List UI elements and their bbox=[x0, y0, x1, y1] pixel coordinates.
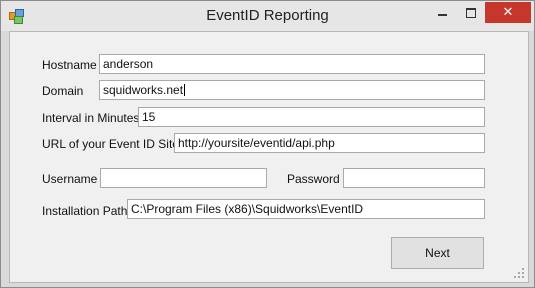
password-input[interactable] bbox=[343, 168, 485, 188]
minimize-icon bbox=[437, 13, 447, 16]
hostname-input[interactable]: anderson bbox=[99, 54, 485, 74]
install-path-label: Installation Path bbox=[42, 204, 128, 218]
username-label: Username bbox=[42, 172, 98, 186]
interval-input[interactable]: 15 bbox=[138, 107, 485, 127]
form-panel: Hostname anderson Domain squidworks.net … bbox=[9, 31, 529, 283]
text-caret bbox=[184, 84, 186, 96]
username-input[interactable] bbox=[100, 168, 267, 188]
maximize-button[interactable] bbox=[457, 2, 484, 23]
next-button[interactable]: Next bbox=[391, 237, 484, 269]
domain-input[interactable]: squidworks.net bbox=[99, 80, 485, 100]
resize-grip[interactable] bbox=[514, 268, 524, 278]
close-icon: ✕ bbox=[502, 5, 514, 20]
url-label: URL of your Event ID Site bbox=[42, 137, 179, 151]
url-input[interactable]: http://yoursite/eventid/api.php bbox=[174, 133, 485, 153]
maximize-icon bbox=[465, 7, 476, 18]
interval-label: Interval in Minutes bbox=[42, 111, 140, 125]
install-path-input[interactable]: C:\Program Files (x86)\Squidworks\EventI… bbox=[127, 199, 485, 219]
hostname-label: Hostname bbox=[42, 58, 97, 72]
minimize-button[interactable] bbox=[428, 2, 456, 23]
domain-label: Domain bbox=[42, 84, 84, 98]
title-bar[interactable]: EventID Reporting ✕ bbox=[1, 1, 534, 31]
domain-input-text: squidworks.net bbox=[103, 83, 184, 97]
close-button[interactable]: ✕ bbox=[485, 2, 531, 23]
password-label: Password bbox=[287, 172, 340, 186]
app-window: EventID Reporting ✕ Hostname anderson Do… bbox=[0, 0, 535, 288]
